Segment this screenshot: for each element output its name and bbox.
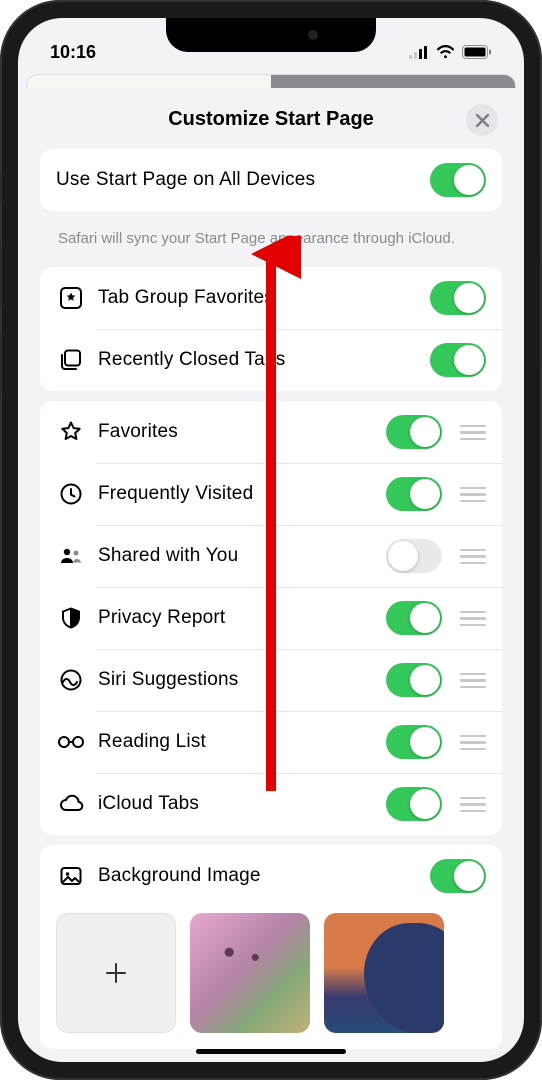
glasses-icon: [56, 729, 86, 755]
recently-closed-tabs-toggle[interactable]: [430, 343, 486, 377]
row-label: Favorites: [98, 421, 386, 443]
add-background-button[interactable]: [56, 913, 176, 1033]
close-icon: [476, 114, 489, 127]
drag-handle[interactable]: [460, 487, 486, 503]
screen: 10:16 Customize Start Page Use Start Pag…: [18, 18, 524, 1062]
sheet-title: Customize Start Page: [40, 108, 502, 131]
favorites-row: Favorites: [40, 401, 502, 463]
privacy-report-row: Privacy Report: [40, 587, 502, 649]
star-box-icon: [56, 285, 86, 311]
favorites-toggle[interactable]: [386, 415, 442, 449]
drag-handle[interactable]: [460, 549, 486, 565]
background-image-row: Background Image: [40, 845, 502, 907]
shield-icon: [56, 605, 86, 631]
cloud-icon: [56, 791, 86, 817]
volume-down: [0, 330, 1, 400]
tab-group-section: Tab Group Favorites Recently Closed Tabs: [40, 267, 502, 391]
drag-handle[interactable]: [460, 611, 486, 627]
tab-group-favorites-toggle[interactable]: [430, 281, 486, 315]
frequently-visited-toggle[interactable]: [386, 477, 442, 511]
row-label: Recently Closed Tabs: [98, 349, 430, 371]
clock-icon: [56, 481, 86, 507]
people-icon: [56, 543, 86, 569]
star-icon: [56, 419, 86, 445]
row-label: Siri Suggestions: [98, 669, 386, 691]
row-label: Background Image: [98, 865, 430, 887]
background-page-peek: [26, 74, 516, 88]
notch: [166, 18, 376, 52]
tab-group-favorites-row: Tab Group Favorites: [40, 267, 502, 329]
siri-suggestions-toggle[interactable]: [386, 663, 442, 697]
sync-group: Use Start Page on All Devices: [40, 149, 502, 211]
battery-icon: [462, 45, 492, 59]
row-label: Privacy Report: [98, 607, 386, 629]
reading-list-row: Reading List: [40, 711, 502, 773]
shared-with-you-row: Shared with You: [40, 525, 502, 587]
background-image-group: Background Image: [40, 845, 502, 1049]
device-frame: 10:16 Customize Start Page Use Start Pag…: [0, 0, 542, 1080]
row-label: Tab Group Favorites: [98, 287, 430, 309]
close-button[interactable]: [466, 104, 498, 136]
frequently-visited-row: Frequently Visited: [40, 463, 502, 525]
two-squares-icon: [56, 347, 86, 373]
recently-closed-tabs-row: Recently Closed Tabs: [40, 329, 502, 391]
row-label: Use Start Page on All Devices: [56, 169, 430, 191]
use-start-page-all-devices-row: Use Start Page on All Devices: [40, 149, 502, 211]
background-image-toggle[interactable]: [430, 859, 486, 893]
drag-handle[interactable]: [460, 797, 486, 813]
icloud-tabs-toggle[interactable]: [386, 787, 442, 821]
image-icon: [56, 863, 86, 889]
icloud-tabs-row: iCloud Tabs: [40, 773, 502, 835]
sync-footer-text: Safari will sync your Start Page appeara…: [40, 221, 502, 267]
row-label: iCloud Tabs: [98, 793, 386, 815]
row-label: Frequently Visited: [98, 483, 386, 505]
volume-up: [0, 240, 1, 310]
siri-icon: [56, 667, 86, 693]
privacy-report-toggle[interactable]: [386, 601, 442, 635]
shared-with-you-toggle[interactable]: [386, 539, 442, 573]
background-thumbnails: [40, 907, 502, 1049]
silent-switch: [0, 170, 1, 206]
status-indicators: [409, 45, 492, 59]
customize-sheet: Customize Start Page Use Start Page on A…: [22, 88, 520, 1052]
cellular-icon: [409, 46, 429, 59]
row-label: Shared with You: [98, 545, 386, 567]
status-time: 10:16: [50, 42, 96, 63]
reading-list-toggle[interactable]: [386, 725, 442, 759]
drag-handle[interactable]: [460, 735, 486, 751]
siri-suggestions-row: Siri Suggestions: [40, 649, 502, 711]
row-label: Reading List: [98, 731, 386, 753]
sheet-header: Customize Start Page: [40, 88, 502, 149]
use-start-page-all-devices-toggle[interactable]: [430, 163, 486, 197]
drag-handle[interactable]: [460, 425, 486, 441]
wifi-icon: [436, 45, 455, 59]
plus-icon: [104, 961, 128, 985]
sections-list: Favorites Frequently Visited Shared with…: [40, 401, 502, 835]
background-option-2[interactable]: [324, 913, 444, 1033]
background-option-1[interactable]: [190, 913, 310, 1033]
drag-handle[interactable]: [460, 673, 486, 689]
home-indicator[interactable]: [196, 1049, 346, 1054]
